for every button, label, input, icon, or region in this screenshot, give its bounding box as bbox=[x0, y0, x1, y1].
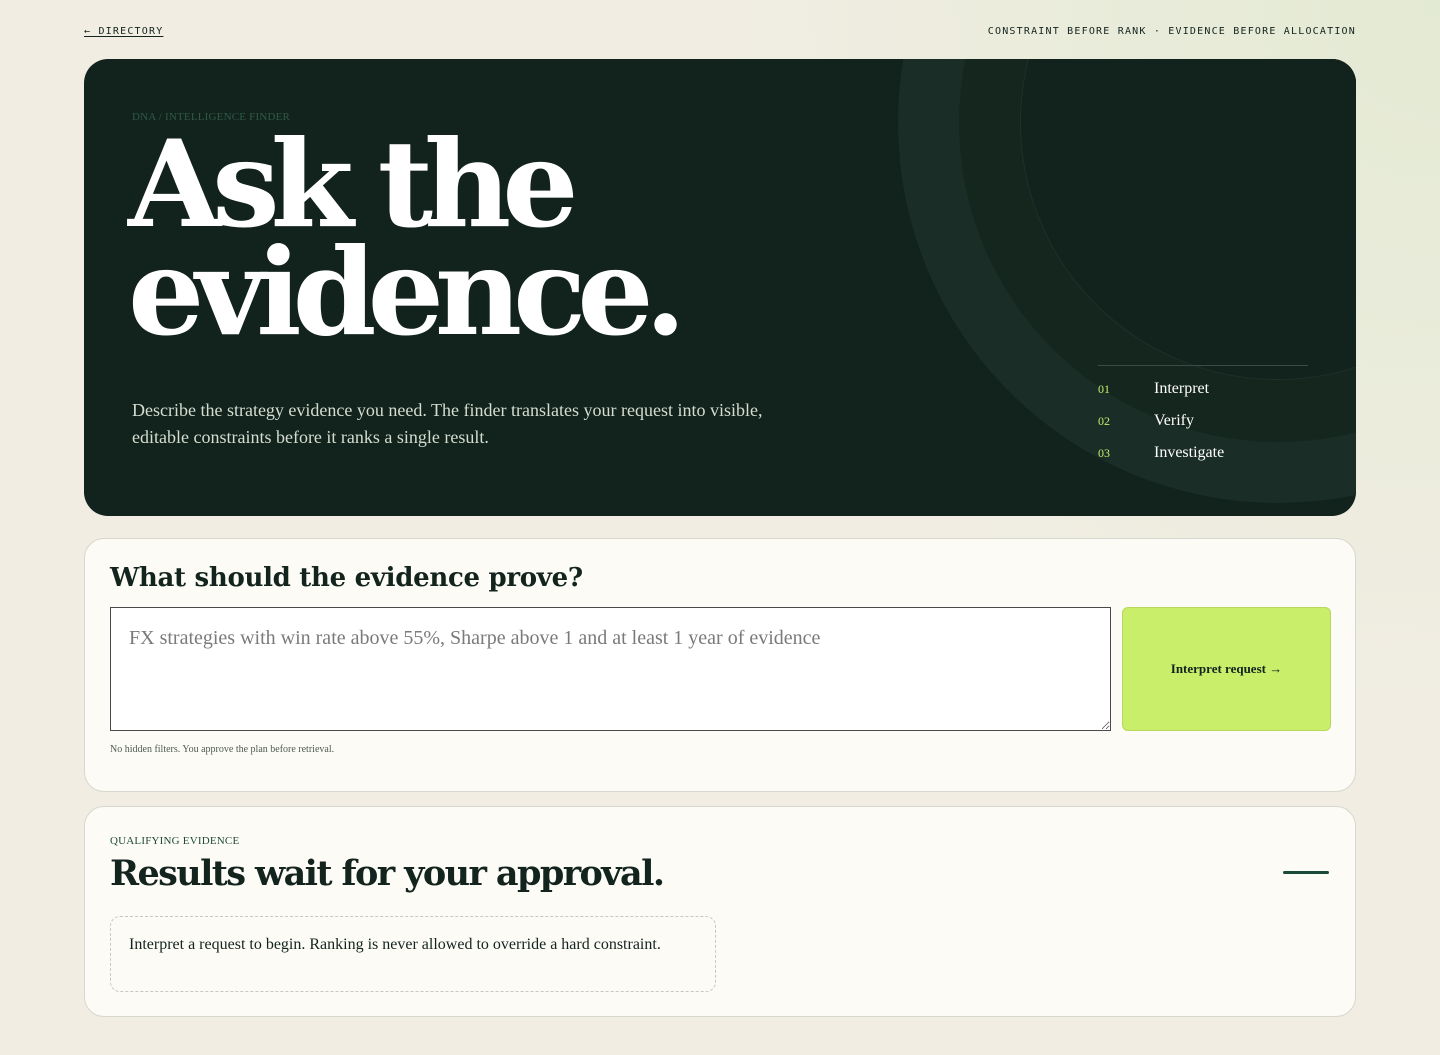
directory-back-link[interactable]: ← DIRECTORY bbox=[84, 26, 163, 37]
results-eyebrow: QUALIFYING EVIDENCE bbox=[110, 835, 240, 847]
top-bar: ← DIRECTORY CONSTRAINT BEFORE RANK · EVI… bbox=[84, 24, 1356, 38]
step-label: Interpret bbox=[1154, 380, 1210, 397]
query-note: No hidden filters. You approve the plan … bbox=[110, 744, 335, 755]
collapse-toggle-icon[interactable] bbox=[1283, 871, 1329, 874]
results-card: QUALIFYING EVIDENCE Results wait for you… bbox=[84, 806, 1356, 1017]
query-card: What should the evidence prove? Interpre… bbox=[84, 538, 1356, 792]
query-title: What should the evidence prove? bbox=[110, 563, 583, 593]
step-number: 03 bbox=[1098, 446, 1110, 460]
tagline: CONSTRAINT BEFORE RANK · EVIDENCE BEFORE… bbox=[987, 25, 1356, 37]
step-verify: 02 Verify bbox=[1098, 412, 1308, 444]
evidence-request-input[interactable] bbox=[110, 607, 1111, 731]
hero-description: Describe the strategy evidence you need.… bbox=[132, 400, 763, 447]
step-number: 02 bbox=[1098, 414, 1110, 428]
step-number: 01 bbox=[1098, 382, 1110, 396]
interpret-request-button[interactable]: Interpret request → bbox=[1122, 607, 1331, 731]
results-empty-state: Interpret a request to begin. Ranking is… bbox=[110, 916, 716, 992]
hero-headline: Ask the evidence. bbox=[128, 125, 686, 363]
process-steps: 01 Interpret 02 Verify 03 Investigate bbox=[1098, 365, 1308, 476]
hero-panel: DNA / INTELLIGENCE FINDER Ask the eviden… bbox=[84, 59, 1356, 516]
step-interpret: 01 Interpret bbox=[1098, 380, 1308, 412]
step-label: Investigate bbox=[1154, 444, 1225, 461]
headline-line-2: evidence. bbox=[128, 222, 686, 363]
step-investigate: 03 Investigate bbox=[1098, 444, 1308, 476]
results-title: Results wait for your approval. bbox=[110, 853, 665, 894]
step-label: Verify bbox=[1154, 412, 1194, 429]
